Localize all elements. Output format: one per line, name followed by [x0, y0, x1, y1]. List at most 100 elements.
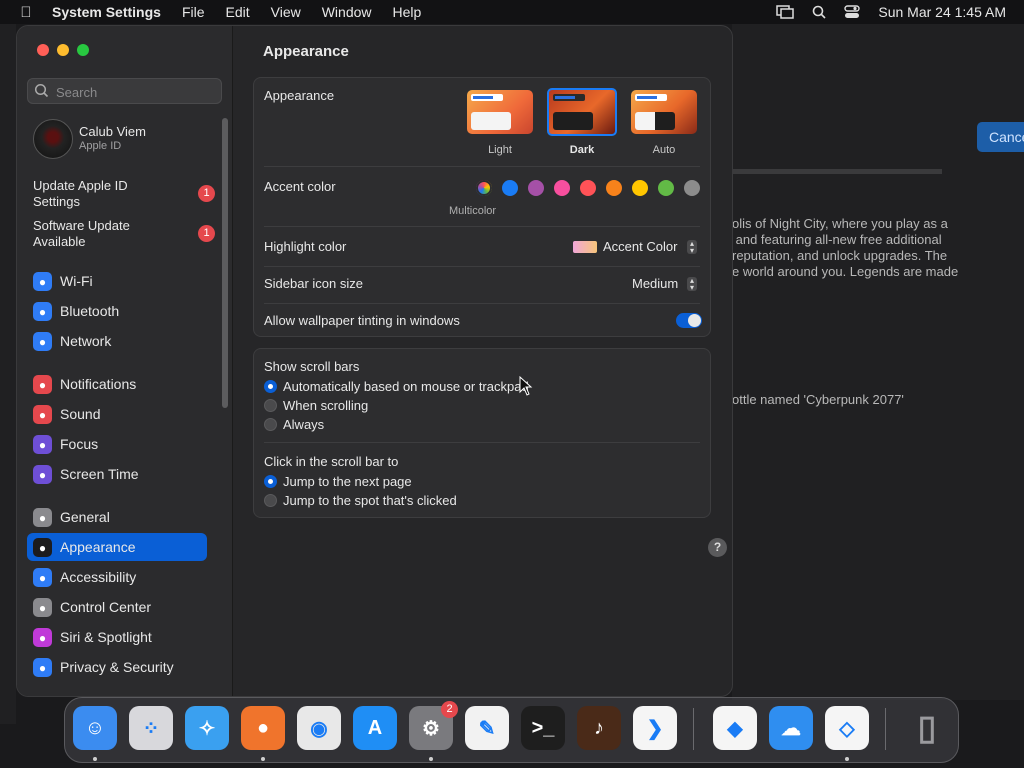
divider: [264, 266, 700, 267]
sidebar-item-focus[interactable]: ● Focus: [27, 430, 207, 458]
finder-icon[interactable]: ☺: [73, 706, 117, 750]
scroll-bars-always-radio[interactable]: [264, 418, 277, 431]
launchpad-icon[interactable]: ⁘: [129, 706, 173, 750]
sidebar: Calub Viem Apple ID Update Apple ID Sett…: [17, 26, 233, 696]
accent-color-swatch[interactable]: [684, 180, 700, 196]
notice-label: Software Update Available: [33, 218, 130, 249]
appearance-option-auto[interactable]: [631, 90, 697, 134]
divider: [264, 226, 700, 227]
control-center-icon[interactable]: [844, 5, 861, 19]
popup-chevron-icon: ▴ ▾: [687, 240, 697, 255]
weather-icon[interactable]: ☁: [769, 706, 813, 750]
sidebar-icon-size-label: Sidebar icon size: [264, 276, 363, 291]
click-next-page-label[interactable]: Jump to the next page: [283, 474, 412, 489]
help-button[interactable]: ?: [708, 538, 727, 557]
vscode-icon[interactable]: ❯: [633, 706, 677, 750]
accent-color-swatch[interactable]: [632, 180, 648, 196]
accent-selected-label: Multicolor: [449, 205, 497, 217]
dock-separator: [693, 708, 694, 750]
scroll-bars-auto-label[interactable]: Automatically based on mouse or trackpad: [283, 379, 529, 394]
sidebar-item-label: General: [60, 509, 110, 525]
accent-color-swatch[interactable]: [476, 180, 492, 196]
appearance-icon: ●: [33, 538, 52, 557]
highlight-color-value: Accent Color: [603, 239, 678, 254]
appearance-settings-group: Appearance Light Dark Auto Accent color …: [253, 77, 711, 337]
accent-color-swatch[interactable]: [528, 180, 544, 196]
accent-color-swatch[interactable]: [606, 180, 622, 196]
spotlight-search-icon[interactable]: [812, 5, 826, 19]
bluetooth-icon: ●: [33, 302, 52, 321]
sidebar-item-general[interactable]: ● General: [27, 503, 207, 531]
menu-file[interactable]: File: [182, 4, 205, 20]
sidebar-item-label: Network: [60, 333, 112, 349]
sidebar-icon-size-popup[interactable]: Medium ▴ ▾: [632, 276, 697, 294]
menu-datetime[interactable]: Sun Mar 24 1:45 AM: [878, 4, 1006, 20]
menu-app-name[interactable]: System Settings: [52, 4, 161, 20]
bell-icon: ●: [33, 375, 52, 394]
app-icon[interactable]: ◇: [825, 706, 869, 750]
sidebar-item-notifications[interactable]: ● Notifications: [27, 370, 207, 398]
chrome-icon[interactable]: ◉: [297, 706, 341, 750]
sidebar-item-control-center[interactable]: ● Control Center: [27, 593, 207, 621]
menu-help[interactable]: Help: [393, 4, 422, 20]
accent-color-swatch[interactable]: [554, 180, 570, 196]
divider: [264, 303, 700, 304]
app-store-icon[interactable]: A: [353, 706, 397, 750]
notice-update-apple-id[interactable]: Update Apple ID Settings 1: [33, 178, 223, 210]
notice-software-update[interactable]: Software Update Available 1: [33, 218, 223, 250]
sidebar-item-privacy-security[interactable]: ● Privacy & Security: [27, 653, 207, 681]
wallpaper-tinting-label: Allow wallpaper tinting in windows: [264, 313, 460, 328]
sidebar-item-bluetooth[interactable]: ● Bluetooth: [27, 297, 207, 325]
visual-studio-icon[interactable]: ◆: [713, 706, 757, 750]
menu-view[interactable]: View: [271, 4, 301, 20]
trash-icon[interactable]: ▯: [905, 706, 949, 750]
safari-icon[interactable]: ✧: [185, 706, 229, 750]
wallpaper-tinting-toggle[interactable]: [676, 313, 702, 328]
click-next-page-radio[interactable]: [264, 475, 277, 488]
terminal-icon[interactable]: >_: [521, 706, 565, 750]
firefox-icon[interactable]: ●: [241, 706, 285, 750]
appearance-option-light[interactable]: [467, 90, 533, 134]
sidebar-item-network[interactable]: ● Network: [27, 327, 207, 355]
zoom-window-button[interactable]: [77, 44, 89, 56]
sidebar-item-label: Notifications: [60, 376, 137, 392]
sidebar-item-siri-spotlight[interactable]: ● Siri & Spotlight: [27, 623, 207, 651]
appearance-auto-label: Auto: [652, 144, 676, 156]
scroll-bars-when-scrolling-radio[interactable]: [264, 399, 277, 412]
sidebar-item-wi-fi[interactable]: ● Wi-Fi: [27, 267, 207, 295]
sidebar-item-appearance[interactable]: ● Appearance: [27, 533, 207, 561]
appearance-option-dark[interactable]: [547, 88, 617, 136]
cancel-button[interactable]: Cance: [977, 122, 1024, 152]
click-scroll-bar-label: Click in the scroll bar to: [264, 454, 399, 469]
highlight-color-popup[interactable]: Accent Color ▴ ▾: [573, 239, 697, 257]
sidebar-item-label: Appearance: [60, 539, 136, 555]
accent-color-label: Accent color: [264, 179, 336, 194]
accent-color-swatch[interactable]: [658, 180, 674, 196]
garageband-icon[interactable]: ♪: [577, 706, 621, 750]
background-description: olis of Night City, where you play as a …: [732, 216, 959, 279]
accent-color-swatch[interactable]: [502, 180, 518, 196]
menu-window[interactable]: Window: [322, 4, 372, 20]
click-spot-radio[interactable]: [264, 494, 277, 507]
scroll-bars-when-scrolling-label[interactable]: When scrolling: [283, 398, 368, 413]
appearance-dark-label: Dark: [569, 144, 595, 156]
apple-id-profile[interactable]: Calub Viem Apple ID: [33, 118, 223, 159]
sidebar-scrollbar[interactable]: [222, 118, 228, 408]
display-mirroring-icon[interactable]: [776, 5, 795, 19]
scroll-bars-auto-radio[interactable]: [264, 380, 277, 393]
sidebar-item-sound[interactable]: ● Sound: [27, 400, 207, 428]
accessibility-icon: ●: [33, 568, 52, 587]
search-input[interactable]: [54, 79, 218, 105]
apple-menu-icon[interactable]: : [0, 4, 52, 21]
click-spot-label[interactable]: Jump to the spot that's clicked: [283, 493, 457, 508]
menu-edit[interactable]: Edit: [226, 4, 250, 20]
sidebar-item-accessibility[interactable]: ● Accessibility: [27, 563, 207, 591]
minimize-window-button[interactable]: [57, 44, 69, 56]
scroll-bars-always-label[interactable]: Always: [283, 417, 324, 432]
search-field[interactable]: [27, 78, 222, 105]
close-window-button[interactable]: [37, 44, 49, 56]
accent-color-swatch[interactable]: [580, 180, 596, 196]
sidebar-item-screen-time[interactable]: ● Screen Time: [27, 460, 207, 488]
sidebar-item-label: Focus: [60, 436, 99, 452]
textedit-icon[interactable]: ✎: [465, 706, 509, 750]
